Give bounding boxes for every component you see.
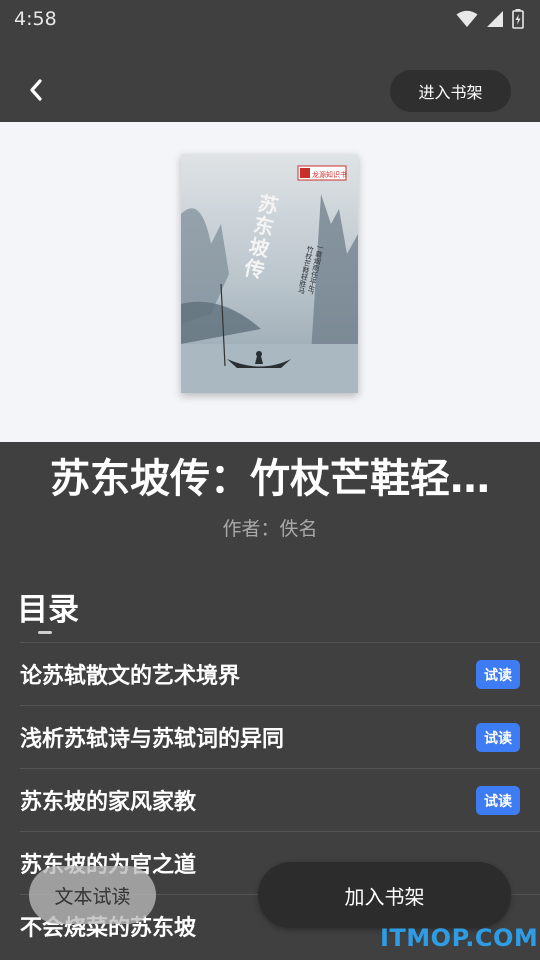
- trial-badge[interactable]: 试读: [476, 786, 520, 815]
- wifi-icon: [456, 10, 478, 27]
- top-bar: 进入书架: [0, 60, 540, 122]
- toc-item-label: 论苏轼散文的艺术境界: [20, 664, 241, 689]
- signal-icon: [487, 11, 503, 27]
- book-cover-image: 龙源知识书 苏东坡传 一蓑烟雨任平生， 竹杖芒鞋轻胜马: [181, 154, 358, 393]
- status-icons: [456, 9, 524, 29]
- book-author: 作者：佚名: [222, 518, 318, 540]
- book-title: 苏东坡传：竹杖芒鞋轻…: [50, 456, 490, 502]
- toc-item-label: 浅析苏轼诗与苏轼词的异同: [20, 727, 285, 752]
- cover-badge: 龙源知识书: [312, 170, 347, 179]
- book-cover: 龙源知识书 苏东坡传 一蓑烟雨任平生， 竹杖芒鞋轻胜马: [181, 154, 358, 393]
- text-trial-button[interactable]: 文本试读: [29, 866, 156, 924]
- chevron-left-icon: [30, 79, 42, 101]
- add-to-bookshelf-button[interactable]: 加入书架: [258, 862, 511, 928]
- trial-badge[interactable]: 试读: [476, 723, 520, 752]
- trial-badge[interactable]: 试读: [476, 660, 520, 689]
- enter-bookshelf-button[interactable]: 进入书架: [390, 70, 511, 112]
- toc-heading-indicator: [38, 631, 52, 634]
- watermark: ITMOP.COM: [380, 924, 539, 952]
- battery-icon: [512, 9, 524, 29]
- toc-item[interactable]: 浅析苏轼诗与苏轼词的异同 试读: [20, 705, 540, 768]
- toc-heading: 目录: [17, 592, 79, 628]
- toc-item[interactable]: 苏东坡的家风家教 试读: [20, 768, 540, 831]
- toc-item-label: 苏东坡的家风家教: [20, 790, 197, 815]
- status-bar: 4:58: [0, 0, 540, 38]
- toc-item[interactable]: 论苏轼散文的艺术境界 试读: [20, 642, 540, 705]
- cover-area: 龙源知识书 苏东坡传 一蓑烟雨任平生， 竹杖芒鞋轻胜马: [0, 122, 540, 442]
- back-button[interactable]: [18, 72, 54, 108]
- status-time: 4:58: [14, 8, 57, 30]
